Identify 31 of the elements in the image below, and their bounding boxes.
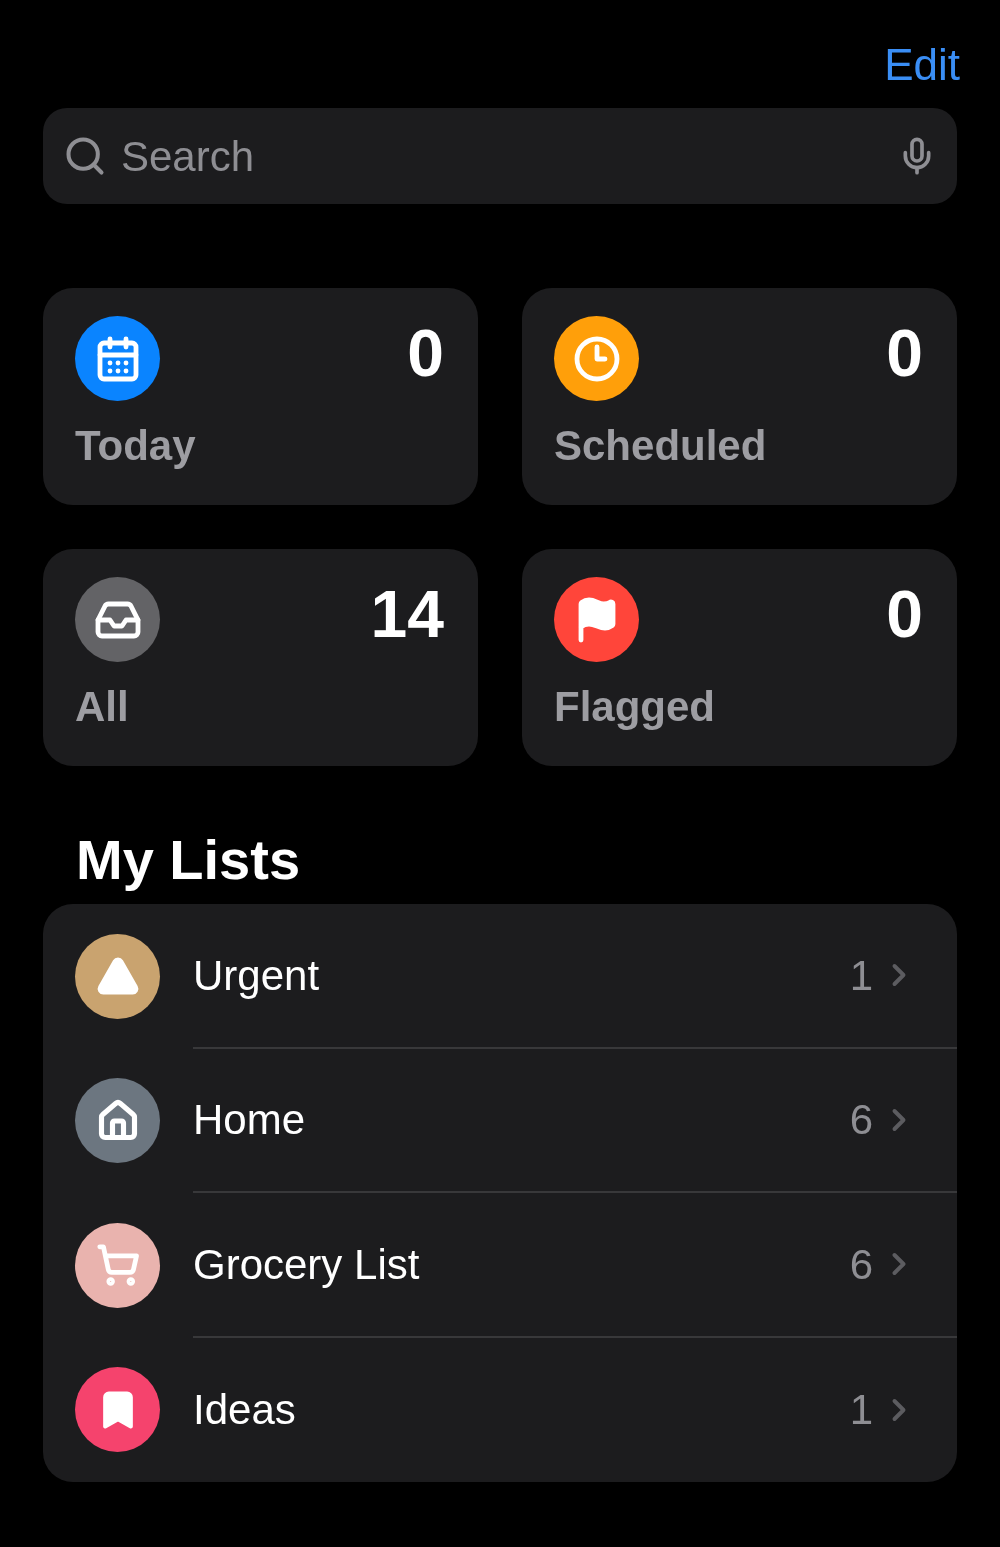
cart-icon <box>95 1243 140 1288</box>
count: 0 <box>407 316 444 390</box>
list-row[interactable]: Grocery List 6 <box>43 1193 957 1338</box>
item-count: 1 <box>849 1385 873 1436</box>
smart-list-card[interactable]: 0 Scheduled <box>522 288 957 505</box>
smart-list-card[interactable]: 0 Today <box>43 288 478 505</box>
count: 0 <box>886 577 923 651</box>
count: 0 <box>886 316 923 390</box>
search-field[interactable]: Search <box>43 108 957 204</box>
item-count: 6 <box>849 1239 873 1290</box>
edit-button[interactable]: Edit <box>884 22 960 108</box>
list-label: Scheduled <box>554 421 768 471</box>
smart-list-card[interactable]: 14 All <box>43 549 478 766</box>
list-name: Urgent <box>193 950 321 1001</box>
list-row[interactable]: Ideas 1 <box>43 1337 957 1482</box>
list-row[interactable]: Urgent 1 <box>43 904 957 1049</box>
smart-list-card[interactable]: 0 Flagged <box>522 549 957 766</box>
count: 14 <box>370 577 444 651</box>
list-name: Grocery List <box>193 1239 421 1290</box>
list-row[interactable]: Home 6 <box>43 1048 957 1193</box>
list-name: Ideas <box>193 1385 297 1436</box>
section-title: My Lists <box>76 828 301 892</box>
search-icon <box>63 134 107 178</box>
list-label: Flagged <box>554 682 716 732</box>
list-name: Home <box>193 1095 307 1146</box>
list-label: Today <box>75 421 197 471</box>
search-input[interactable]: Search <box>121 124 883 188</box>
clock-icon <box>572 334 621 383</box>
list-label: All <box>75 682 130 732</box>
item-count: 6 <box>849 1095 873 1146</box>
item-count: 1 <box>849 950 873 1001</box>
